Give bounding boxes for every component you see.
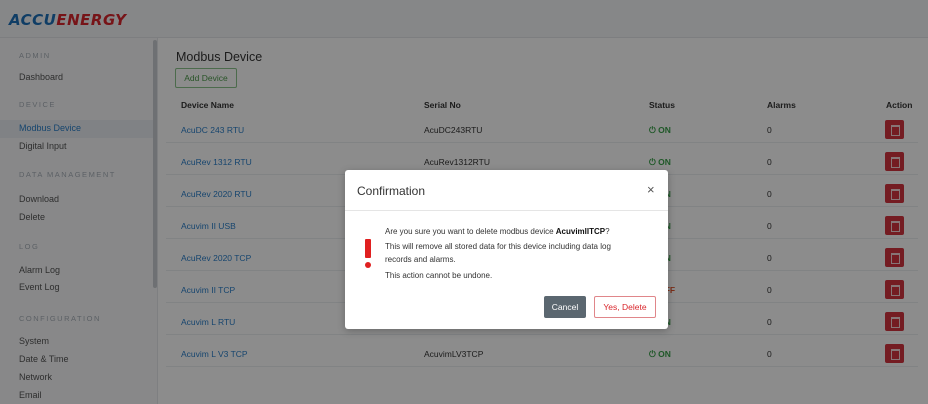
dialog-title: Confirmation: [357, 184, 426, 198]
dialog-undone-note: This action cannot be undone.: [385, 271, 493, 280]
confirm-delete-button[interactable]: Yes, Delete: [594, 296, 656, 318]
question-prefix: Are you sure you want to delete modbus d…: [385, 227, 556, 236]
confirmation-dialog: Confirmation × Are you sure you want to …: [345, 170, 668, 329]
warning-icon: [364, 239, 372, 269]
cancel-button[interactable]: Cancel: [544, 296, 586, 318]
device-identifier: AcuvimIITCP: [555, 227, 606, 236]
question-suffix: ?: [605, 227, 610, 236]
close-icon[interactable]: ×: [647, 182, 655, 197]
dialog-question: Are you sure you want to delete modbus d…: [385, 226, 610, 238]
dialog-divider: [345, 210, 668, 211]
dialog-warning-line1: This will remove all stored data for thi…: [385, 242, 611, 251]
dialog-warning-line2: records and alarms.: [385, 255, 456, 264]
